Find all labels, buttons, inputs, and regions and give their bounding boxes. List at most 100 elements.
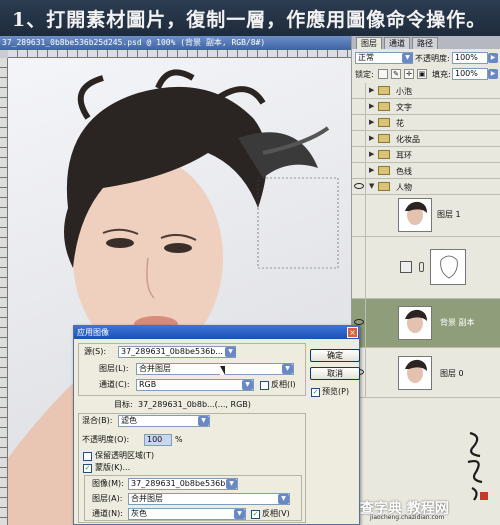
lock-pixels-icon[interactable]: ✎ (391, 69, 401, 79)
dialog-title[interactable]: 应用图像 (74, 326, 359, 339)
opacity-arrow-icon[interactable]: ▶ (488, 53, 498, 63)
visibility-toggle[interactable] (352, 99, 366, 114)
expand-arrow-icon[interactable]: ▶ (369, 150, 374, 158)
expand-arrow-icon[interactable]: ▶ (369, 166, 374, 174)
chevron-down-icon[interactable]: ▼ (225, 347, 236, 357)
mask-invert-label: 反相(V) (262, 509, 290, 518)
layer-row[interactable]: 图层 0 (352, 348, 500, 398)
chevron-down-icon[interactable]: ▼ (242, 380, 253, 390)
layer-name: 背景 副本 (440, 318, 475, 327)
tab-paths[interactable]: 路径 (412, 37, 438, 49)
preserve-transparency-checkbox[interactable] (83, 452, 92, 461)
group-name: 色线 (396, 167, 412, 176)
lock-transparent-icon[interactable] (378, 69, 388, 79)
tutorial-banner: 1、打開素材圖片，復制一層，作應用圖像命令操作。 (0, 0, 500, 36)
fill-label: 填充: (432, 70, 451, 79)
group-name: 小泡 (396, 87, 412, 96)
fill-input[interactable]: 100% (452, 68, 488, 80)
opacity-label: 不透明度(O): (82, 435, 130, 444)
target-value: 37_289631_0b8b...(..., RGB) (138, 400, 251, 409)
chevron-down-icon[interactable]: ▼ (226, 479, 237, 489)
mask-label: 蒙版(K)... (95, 463, 131, 472)
layer-group[interactable]: ▶ 耳环 (352, 147, 500, 163)
layer-group[interactable]: ▶ 化妆品 (352, 131, 500, 147)
lock-position-icon[interactable]: ✛ (404, 69, 414, 79)
blending-select[interactable]: 滤色 (118, 415, 210, 427)
opacity-unit: % (175, 435, 183, 444)
tab-channels[interactable]: 通道 (384, 37, 410, 49)
layer-select[interactable]: 合并图层 (136, 363, 294, 375)
tab-layers[interactable]: 图层 (356, 37, 382, 49)
artist-signature (467, 431, 488, 501)
layer-name: 图层 1 (437, 210, 461, 219)
collapse-arrow-icon[interactable]: ▼ (369, 182, 374, 190)
visibility-toggle[interactable] (352, 147, 366, 162)
layer-mask-thumbnail (430, 249, 466, 285)
layer-group-expanded[interactable]: ▼ 人物 (352, 179, 500, 195)
ok-button[interactable]: 确定 (310, 349, 360, 362)
folder-icon (378, 102, 390, 111)
visibility-toggle[interactable] (352, 179, 366, 194)
apply-image-dialog: 应用图像 × 源(S): 37_289631_0b8be536b... ▼ 图层… (73, 325, 360, 525)
group-name: 化妆品 (396, 135, 420, 144)
vertical-ruler[interactable] (0, 58, 8, 525)
eye-icon (354, 183, 364, 189)
source-select[interactable]: 37_289631_0b8be536b... (118, 346, 236, 358)
cancel-button[interactable]: 取消 (310, 367, 360, 380)
layer-label: 图层(L): (99, 364, 129, 373)
folder-icon (378, 182, 390, 191)
expand-arrow-icon[interactable]: ▶ (369, 86, 374, 94)
chevron-down-icon[interactable]: ▼ (198, 416, 209, 426)
mask-image-select[interactable]: 37_289631_0b8be536b... (128, 478, 238, 490)
visibility-toggle[interactable] (352, 163, 366, 178)
mask-channel-label: 通道(N): (92, 509, 123, 518)
expand-arrow-icon[interactable]: ▶ (369, 102, 374, 110)
layer-thumbnail (398, 356, 432, 390)
banner-text: 1、打開素材圖片，復制一層，作應用圖像命令操作。 (12, 9, 487, 31)
visibility-toggle[interactable] (352, 131, 366, 146)
layer-group[interactable]: ▶ 小泡 (352, 83, 500, 99)
visibility-toggle[interactable] (352, 237, 366, 298)
opacity-label: 不透明度: (415, 54, 450, 63)
channel-select[interactable]: RGB (136, 379, 254, 391)
ruler-corner (0, 50, 8, 58)
group-name: 花 (396, 119, 404, 128)
visibility-toggle[interactable] (352, 83, 366, 98)
visibility-toggle[interactable] (352, 195, 366, 236)
mask-checkbox[interactable]: ✓ (83, 464, 92, 473)
preview-checkbox[interactable]: ✓ (311, 388, 320, 397)
layer-group[interactable]: ▶ 文字 (352, 99, 500, 115)
lock-row: 锁定: ✎ ✛ ▣ 填充: 100% ▶ (352, 67, 500, 82)
chevron-down-icon[interactable]: ▼ (234, 509, 245, 519)
invert-checkbox[interactable] (260, 381, 269, 390)
visibility-toggle[interactable] (352, 115, 366, 130)
lock-all-icon[interactable]: ▣ (417, 69, 427, 79)
expand-arrow-icon[interactable]: ▶ (369, 134, 374, 142)
layer-group[interactable]: ▶ 色线 (352, 163, 500, 179)
chevron-down-icon[interactable]: ▼ (402, 53, 413, 63)
opacity-input[interactable]: 100 (144, 434, 172, 446)
adjustment-icon (400, 261, 412, 273)
layer-row-selected[interactable]: 背景 副本 (352, 299, 500, 348)
mask-channel-select[interactable]: 灰色 (128, 508, 246, 520)
opacity-input[interactable]: 100% (452, 52, 488, 64)
blend-row: 正常 ▼ 不透明度: 100% ▶ (352, 51, 500, 66)
layer-row[interactable]: 图层 1 (352, 195, 500, 237)
source-label: 源(S): (84, 347, 107, 356)
layer-group[interactable]: ▶ 花 (352, 115, 500, 131)
link-icon[interactable] (419, 262, 424, 272)
layer-row[interactable] (352, 237, 500, 299)
expand-arrow-icon[interactable]: ▶ (369, 118, 374, 126)
channel-label: 通道(C): (99, 380, 130, 389)
chevron-down-icon[interactable]: ▼ (282, 364, 293, 374)
fill-arrow-icon[interactable]: ▶ (488, 69, 498, 79)
group-name: 人物 (396, 183, 412, 192)
horizontal-ruler[interactable] (8, 50, 351, 58)
folder-icon (378, 134, 390, 143)
document-title[interactable]: 37_289631_0b8be536b25d245.psd @ 100% (背景… (0, 36, 351, 50)
watermark-url: jiaocheng.chazidian.com (370, 514, 445, 521)
close-icon[interactable]: × (347, 327, 358, 338)
mask-invert-checkbox[interactable]: ✓ (251, 510, 260, 519)
chevron-down-icon[interactable]: ▼ (278, 494, 289, 504)
mask-layer-select[interactable]: 合并图层 (128, 493, 290, 505)
